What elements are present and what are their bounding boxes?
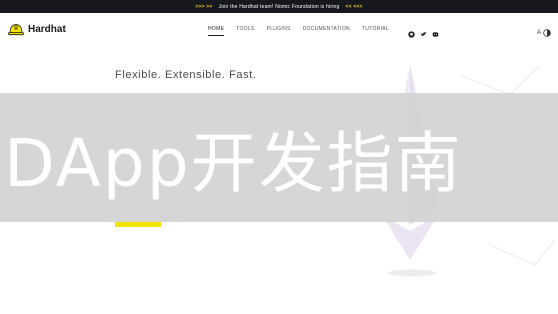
- announcement-left-arrows: >>> >>: [195, 3, 213, 10]
- logo-text: Hardhat: [28, 24, 66, 35]
- nav-documentation[interactable]: DOCUMENTATION: [303, 26, 350, 36]
- nav-plugins[interactable]: PLUGINS: [267, 26, 291, 36]
- language-switcher[interactable]: A: [537, 30, 541, 36]
- header-tools: A: [537, 24, 551, 42]
- twitter-icon[interactable]: [420, 25, 427, 37]
- announcement-bar[interactable]: >>> >> Join the Hardhat team! Nomic Foun…: [0, 0, 558, 13]
- social-links: [408, 25, 439, 38]
- discord-icon[interactable]: [432, 25, 439, 37]
- hardhat-logo-icon: [8, 22, 24, 37]
- site-header: Hardhat HOME TOOLS PLUGINS DOCUMENTATION…: [0, 13, 558, 47]
- announcement-message[interactable]: Join the Hardhat team! Nomic Foundation …: [219, 4, 340, 10]
- title-overlay: DApp开发指南: [0, 93, 558, 222]
- theme-toggle-icon[interactable]: [543, 24, 551, 42]
- github-icon[interactable]: [408, 25, 415, 38]
- logo[interactable]: Hardhat: [8, 22, 66, 37]
- announcement-right-arrows: << <<<: [345, 3, 363, 10]
- overlay-title: DApp开发指南: [4, 124, 463, 202]
- nav-home[interactable]: HOME: [208, 26, 225, 36]
- main-nav: HOME TOOLS PLUGINS DOCUMENTATION TUTORIA…: [208, 26, 389, 36]
- hero-tagline: Flexible. Extensible. Fast.: [115, 69, 257, 81]
- nav-tutorial[interactable]: TUTORIAL: [362, 26, 389, 36]
- nav-tools[interactable]: TOOLS: [236, 26, 254, 36]
